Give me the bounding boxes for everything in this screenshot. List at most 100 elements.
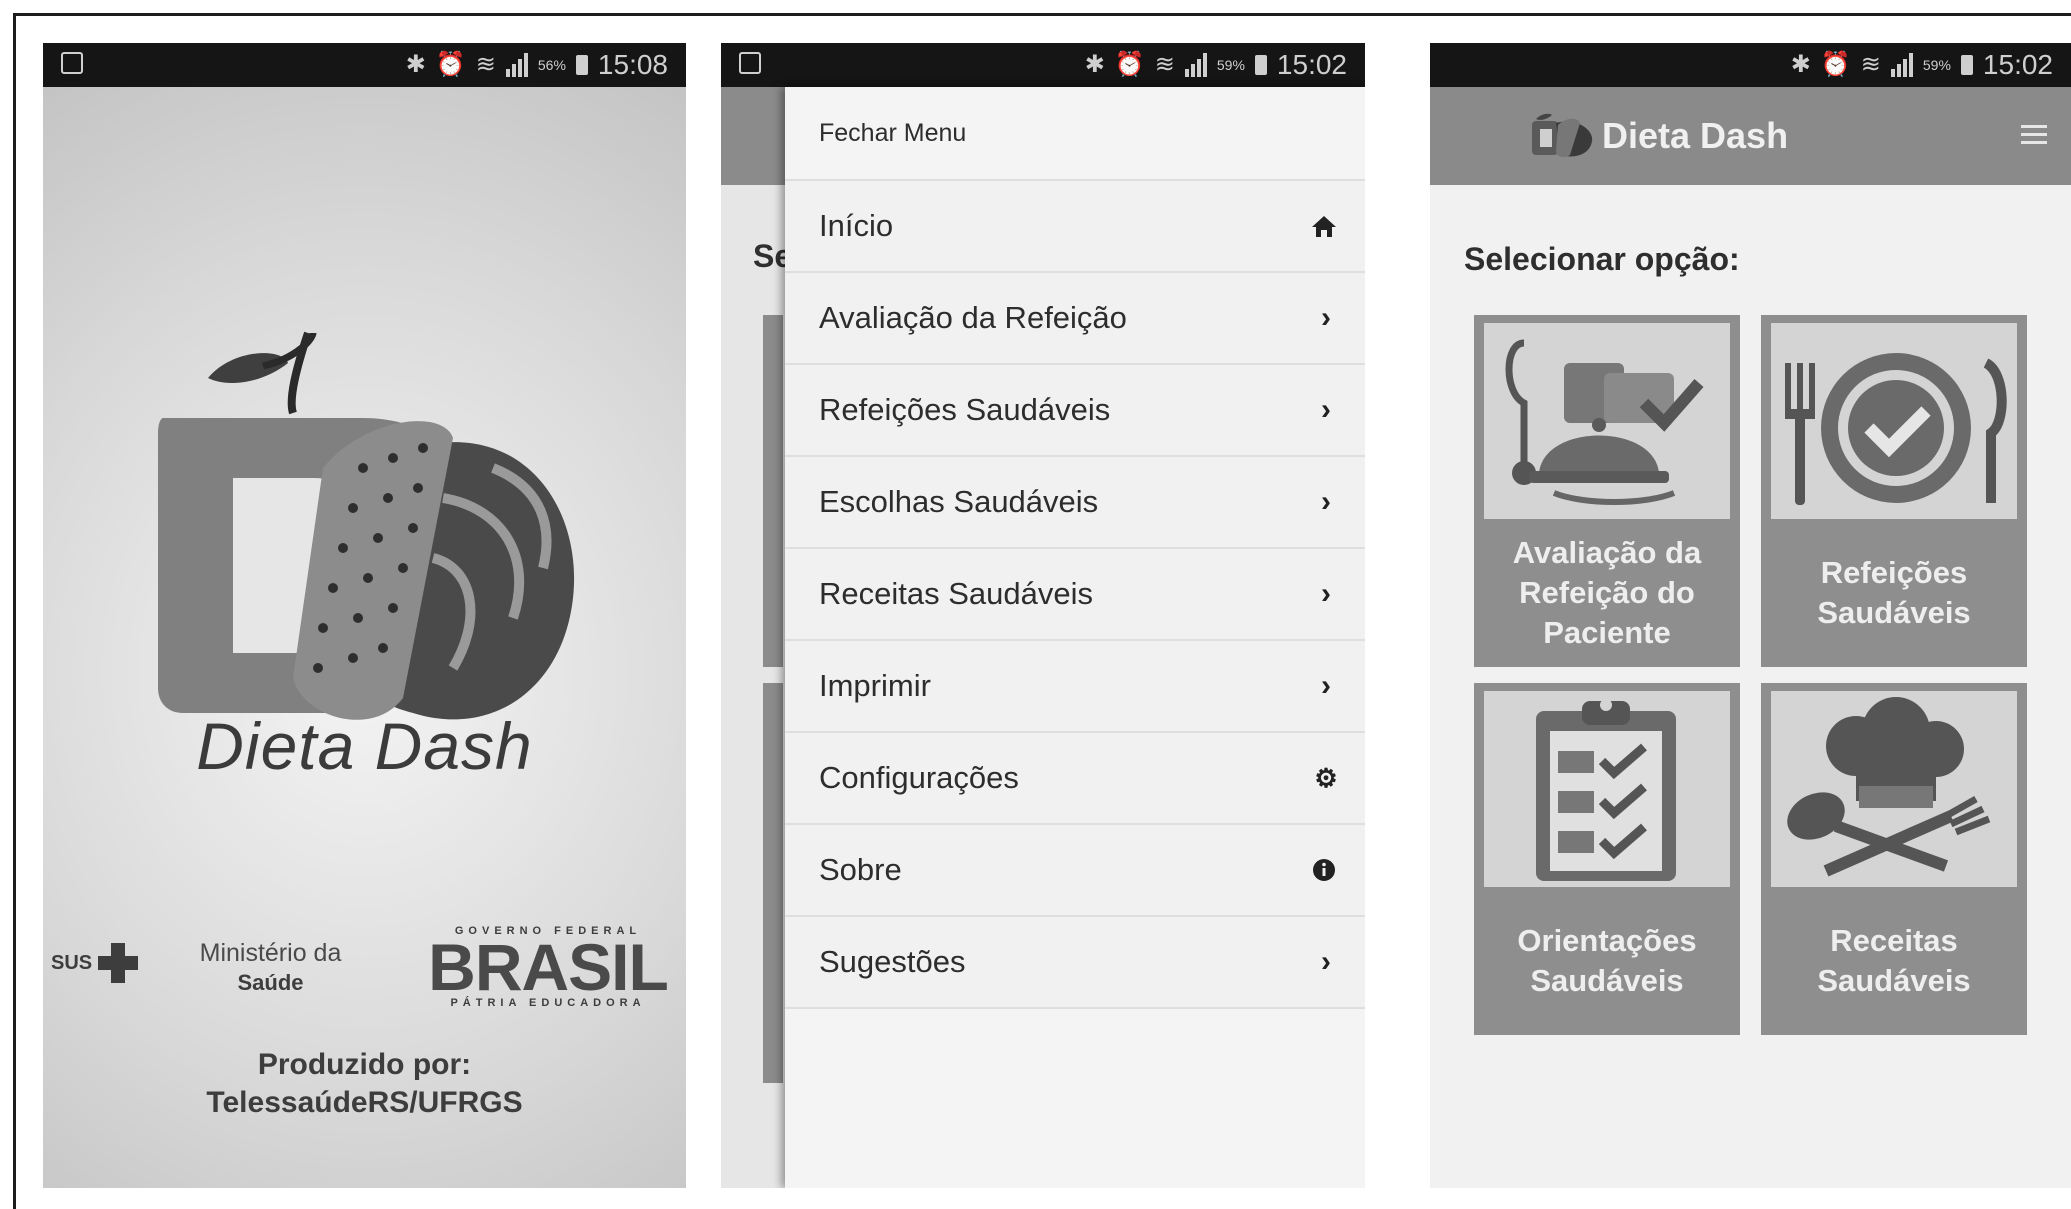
ministerio-logo: Ministério da Saúde (183, 938, 358, 998)
dieta-dash-logo (158, 331, 575, 720)
menu-item-label: Receitas Saudáveis (819, 576, 1093, 611)
status-time: 15:02 (1276, 49, 1347, 80)
chevron-right-icon: › (1321, 669, 1331, 702)
tile-avaliacao-refeicao[interactable]: Avaliação da Refeição do Paciente (1474, 315, 1740, 667)
menu-item-inicio[interactable]: Início (785, 181, 1365, 273)
menu-item-label: Sobre (819, 852, 902, 887)
tile-receitas-saudaveis[interactable]: Receitas Saudáveis (1761, 683, 2027, 1035)
plate-check-icon (1785, 353, 2007, 505)
produced-by: Produzido por: TelessaúdeRS/UFRGS (43, 1046, 686, 1122)
ministerio-line2: Saúde (237, 970, 304, 995)
dieta-dash-logo-icon (1532, 113, 1593, 158)
tile-caption-line: Saudáveis (1530, 963, 1684, 998)
chevron-right-icon: › (1321, 301, 1331, 334)
bluetooth-icon: ✱ (405, 51, 426, 78)
screenshot-icon (739, 52, 761, 74)
ministerio-line1: Ministério da (199, 939, 342, 967)
menu-item-label: Avaliação da Refeição (819, 300, 1127, 335)
bluetooth-icon: ✱ (1084, 51, 1105, 78)
menu-item-label: Sugestões (819, 944, 966, 979)
status-bar: ✱ ⏰ ≋ 56% 15:08 (43, 43, 686, 87)
screenshot-icon (61, 52, 83, 74)
menu-item-sugestoes[interactable]: Sugestões › (785, 917, 1365, 1009)
menu-item-label: Refeições Saudáveis (819, 392, 1111, 427)
chevron-right-icon: › (1321, 945, 1331, 978)
battery-percent: 59% (1216, 57, 1245, 73)
tile-orientacoes-saudaveis[interactable]: Orientações Saudáveis (1474, 683, 1740, 1035)
app-header: Dieta Dash (1430, 87, 2071, 185)
menu-item-label: Escolhas Saudáveis (819, 484, 1099, 519)
tile-caption-line: Paciente (1543, 615, 1671, 650)
menu-item-receitas[interactable]: Receitas Saudáveis › (785, 549, 1365, 641)
menu-item-escolhas[interactable]: Escolhas Saudáveis › (785, 457, 1365, 549)
tile-caption: Receitas Saudáveis (1761, 921, 2027, 1001)
signal-icon (1890, 53, 1913, 77)
alarm-icon: ⏰ (435, 51, 466, 78)
bluetooth-icon: ✱ (1790, 51, 1811, 78)
splash-screen: ✱ ⏰ ≋ 56% 15:08 Dieta Dash SUS Ministéri… (43, 43, 686, 1188)
cross-icon (98, 943, 139, 983)
wifi-icon: ≋ (1860, 51, 1881, 78)
tile-image (1484, 691, 1730, 887)
menu-item-imprimir[interactable]: Imprimir › (785, 641, 1365, 733)
menu-item-label: Início (819, 208, 894, 243)
status-bar: ✱ ⏰ ≋ 59% 15:02 (721, 43, 1365, 87)
tile-image (1484, 323, 1730, 519)
menu-item-configuracoes[interactable]: Configurações ⚙ (785, 733, 1365, 825)
menu-item-avaliacao[interactable]: Avaliação da Refeição › (785, 273, 1365, 365)
battery-icon (575, 55, 588, 75)
battery-icon (1960, 55, 1973, 75)
meal-evaluation-icon (1505, 339, 1704, 505)
tile-caption: Refeições Saudáveis (1761, 553, 2027, 633)
battery-percent: 59% (1922, 57, 1951, 73)
battery-percent: 56% (537, 57, 566, 73)
app-title: Dieta Dash (1602, 115, 1789, 156)
alarm-icon: ⏰ (1820, 51, 1851, 78)
tile-image (1771, 691, 2017, 887)
status-time: 15:02 (1982, 49, 2053, 80)
background-tile (763, 315, 783, 667)
app-name: Dieta Dash (196, 709, 533, 783)
status-bar: ✱ ⏰ ≋ 59% 15:02 (1430, 43, 2071, 87)
gear-icon: ⚙ (1314, 763, 1338, 793)
tile-refeicoes-saudaveis[interactable]: Refeições Saudáveis (1761, 315, 2027, 667)
menu-item-label: Configurações (819, 760, 1019, 795)
chevron-right-icon: › (1321, 393, 1331, 426)
signal-icon (505, 53, 528, 77)
tile-caption-line: Saudáveis (1817, 595, 1971, 630)
navigation-drawer: Fechar Menu Início Avaliação da Refeição… (785, 87, 1365, 1188)
leaf-icon (208, 353, 288, 383)
wifi-icon: ≋ (1154, 51, 1175, 78)
tile-image (1771, 323, 2017, 519)
clipboard-checklist-icon (1536, 699, 1676, 881)
signal-icon (1184, 53, 1207, 77)
tile-caption-line: Orientações (1517, 923, 1697, 958)
chef-hat-utensils-icon (1787, 697, 1991, 877)
produced-by-value: TelessaúdeRS/UFRGS (206, 1086, 523, 1119)
brasil-main: BRASIL (428, 930, 669, 1004)
tile-caption-line: Refeições (1820, 555, 1968, 590)
tile-caption-line: Receitas (1830, 923, 1958, 958)
produced-by-label: Produzido por: (257, 1048, 472, 1081)
wifi-icon: ≋ (475, 51, 496, 78)
sus-logo: SUS (51, 943, 139, 983)
menu-item-refeicoes[interactable]: Refeições Saudáveis › (785, 365, 1365, 457)
sus-label: SUS (51, 951, 93, 974)
brasil-bottom: PÁTRIA EDUCADORA (450, 997, 646, 1009)
menu-item-sobre[interactable]: Sobre (785, 825, 1365, 917)
battery-icon (1254, 55, 1267, 75)
tile-caption: Orientações Saudáveis (1474, 921, 1740, 1001)
tile-caption-line: Saudáveis (1817, 963, 1971, 998)
close-menu-button[interactable]: Fechar Menu (785, 87, 1365, 181)
menu-screen: ✱ ⏰ ≋ 59% 15:02 Se Fechar Menu Início Av… (721, 43, 1365, 1188)
chevron-right-icon: › (1321, 485, 1331, 518)
menu-item-label: Imprimir (819, 668, 931, 703)
tile-caption-line: Avaliação da (1512, 535, 1702, 570)
info-icon (1311, 825, 1341, 915)
brasil-logo: GOVERNO FEDERAL BRASIL PÁTRIA EDUCADORA (418, 925, 678, 1009)
hamburger-menu-icon[interactable] (2021, 125, 2047, 149)
background-tile (763, 683, 783, 1083)
home-icon (1311, 181, 1341, 271)
select-option-label: Selecionar opção: (1464, 241, 1740, 277)
tile-caption: Avaliação da Refeição do Paciente (1474, 533, 1740, 653)
